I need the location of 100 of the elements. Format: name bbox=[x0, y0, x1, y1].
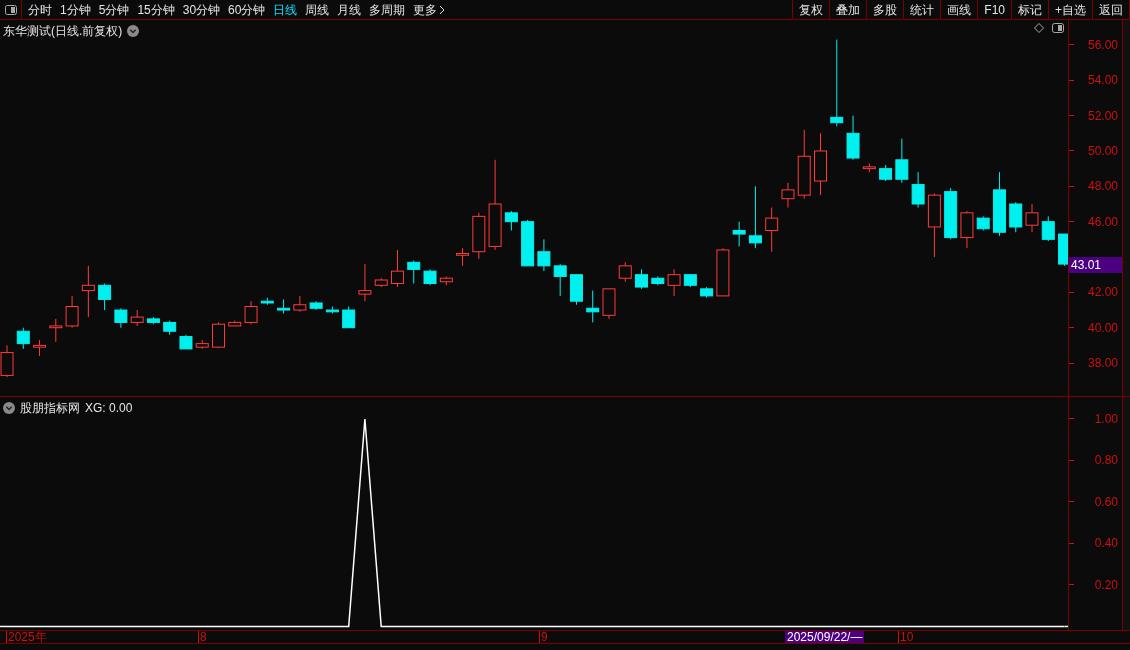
candlestick bbox=[927, 192, 941, 258]
candlestick bbox=[163, 320, 177, 336]
candlestick bbox=[765, 207, 779, 253]
candlestick bbox=[277, 298, 291, 315]
candlestick bbox=[212, 321, 225, 349]
candlestick bbox=[391, 249, 404, 288]
candlestick bbox=[1025, 203, 1039, 233]
date-label: 2025年 bbox=[6, 631, 47, 643]
toolbar-button[interactable]: 标记 bbox=[1012, 0, 1049, 19]
period-tab[interactable]: 60分钟 bbox=[228, 3, 266, 16]
period-tab[interactable]: 多周期 bbox=[369, 3, 406, 16]
candlestick bbox=[862, 162, 876, 173]
toolbar-button[interactable]: 返回 bbox=[1093, 0, 1130, 19]
dropdown-icon[interactable] bbox=[3, 402, 15, 414]
candlestick bbox=[748, 185, 762, 249]
indicator-reading: : 0.00 bbox=[102, 400, 133, 417]
chart-title: 东华测试(日线.前复权) bbox=[3, 23, 123, 40]
toolbar-button[interactable]: 多股 bbox=[867, 0, 905, 19]
axis-tick-label: 42.00 bbox=[1087, 284, 1119, 301]
candlestick bbox=[781, 182, 795, 209]
candlestick bbox=[65, 295, 79, 329]
axis-tick-label: 38.00 bbox=[1087, 355, 1119, 372]
candlestick bbox=[521, 219, 535, 267]
toolbar-button[interactable]: +自选 bbox=[1049, 0, 1093, 19]
candlestick bbox=[114, 307, 128, 329]
candlestick bbox=[716, 247, 730, 297]
period-tab[interactable]: 日线 bbox=[273, 3, 298, 16]
axis-tick-label: 0.40 bbox=[1094, 535, 1119, 552]
indicator-title: 股朋指标网 bbox=[20, 400, 80, 417]
candlestick bbox=[293, 295, 307, 313]
dropdown-icon[interactable] bbox=[127, 25, 140, 37]
candlestick bbox=[504, 210, 518, 231]
period-tab[interactable]: 月线 bbox=[337, 3, 362, 16]
candlestick bbox=[846, 115, 860, 161]
candlestick bbox=[358, 263, 372, 302]
period-tab[interactable]: 1分钟 bbox=[60, 3, 91, 16]
chevron-right-icon bbox=[439, 4, 446, 15]
candlestick bbox=[814, 132, 827, 196]
candlestick bbox=[16, 327, 30, 350]
candlestick bbox=[33, 339, 47, 357]
axis-tick-label: 1.00 bbox=[1094, 411, 1119, 427]
axis-tick-label: 46.00 bbox=[1087, 213, 1119, 230]
period-tab[interactable]: 15分钟 bbox=[137, 3, 175, 16]
toolbar-button[interactable]: 画线 bbox=[941, 0, 979, 19]
candlestick bbox=[456, 247, 470, 267]
axis-tick-label: 50.00 bbox=[1087, 142, 1119, 159]
candlestick bbox=[683, 274, 697, 288]
period-tab[interactable]: 更多 bbox=[413, 3, 446, 16]
candlestick bbox=[472, 212, 486, 260]
axis-tick-label: 40.00 bbox=[1087, 319, 1119, 336]
toolbar-button[interactable]: F10 bbox=[978, 0, 1012, 19]
candlestick bbox=[1009, 201, 1023, 233]
candlestick bbox=[586, 290, 600, 323]
candlestick bbox=[667, 268, 681, 297]
period-tab[interactable]: 分时 bbox=[28, 3, 52, 16]
panel-toggle-icon[interactable] bbox=[1052, 23, 1064, 33]
candlestick bbox=[732, 221, 746, 247]
cursor-date-label: 2025/09/22/— bbox=[785, 631, 865, 643]
candlestick bbox=[130, 309, 144, 327]
candlestick bbox=[651, 275, 665, 286]
candlestick bbox=[537, 238, 551, 272]
candlestick bbox=[146, 316, 160, 325]
axis-tick-label: 54.00 bbox=[1087, 72, 1119, 89]
axis-tick-label: 0.20 bbox=[1094, 576, 1119, 593]
candlestick bbox=[49, 318, 63, 343]
period-tab[interactable]: 周线 bbox=[305, 3, 330, 16]
candlestick bbox=[342, 306, 356, 329]
toolbar-button[interactable]: 叠加 bbox=[830, 0, 868, 19]
current-price-label: 43.01 bbox=[1069, 257, 1122, 273]
axis-tick-label: 48.00 bbox=[1087, 178, 1119, 195]
candlestick bbox=[944, 187, 958, 240]
toolbar-button[interactable]: 统计 bbox=[904, 0, 942, 19]
candlestick bbox=[700, 286, 714, 299]
candlestick bbox=[325, 306, 339, 315]
candlestick bbox=[407, 260, 421, 285]
toolbar-button[interactable]: 复权 bbox=[793, 0, 831, 19]
period-tab[interactable]: 30分钟 bbox=[182, 3, 221, 16]
axis-tick-label: 0.60 bbox=[1094, 494, 1119, 510]
candlestick bbox=[179, 334, 193, 350]
date-label: 8 bbox=[198, 631, 207, 643]
candlestick bbox=[992, 171, 1006, 237]
candlestick bbox=[439, 275, 453, 286]
panel-toggle-icon[interactable] bbox=[4, 4, 17, 15]
candlestick bbox=[976, 215, 990, 231]
candlestick bbox=[569, 274, 583, 306]
period-tab[interactable]: 5分钟 bbox=[98, 3, 130, 16]
candlestick bbox=[98, 283, 112, 311]
date-label: 9 bbox=[539, 631, 548, 643]
candlestick bbox=[911, 171, 925, 209]
candlestick bbox=[374, 277, 388, 288]
candlestick bbox=[960, 210, 974, 249]
candlestick bbox=[423, 268, 437, 286]
candlestick bbox=[244, 300, 258, 325]
candlestick bbox=[309, 300, 323, 311]
axis-tick-label: 52.00 bbox=[1087, 107, 1119, 124]
candlestick bbox=[553, 263, 567, 297]
diamond-icon[interactable] bbox=[1034, 23, 1044, 33]
candlestick bbox=[797, 129, 811, 200]
date-label: 10 bbox=[898, 631, 914, 643]
candlestick bbox=[895, 138, 909, 184]
